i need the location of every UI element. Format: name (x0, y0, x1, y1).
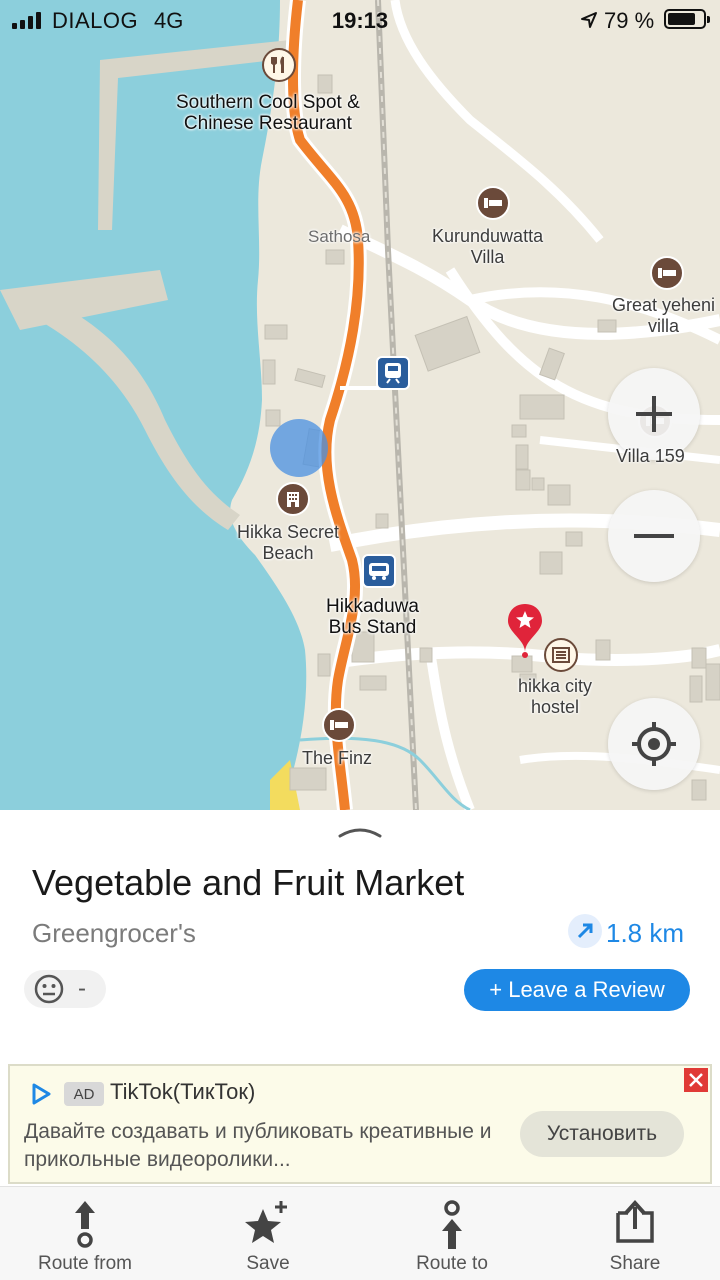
hostel-icon[interactable] (544, 638, 578, 672)
ad-install-button[interactable]: Установить (520, 1111, 684, 1157)
battery-icon (664, 9, 710, 29)
ad-badge: AD (64, 1082, 104, 1106)
chevron-up-icon[interactable] (338, 824, 382, 843)
label-sathosa[interactable]: Sathosa (308, 226, 370, 247)
route-from-button[interactable]: Route from (0, 1187, 170, 1280)
bus-icon[interactable] (362, 554, 396, 588)
share-icon (616, 1200, 654, 1243)
map-view[interactable]: Southern Cool Spot & Chinese Restaurant S… (0, 0, 720, 810)
save-button[interactable]: Save (183, 1187, 353, 1280)
bottom-toolbar: Route from Save Route to Share (0, 1186, 720, 1280)
carrier-name: DIALOG (52, 8, 139, 33)
direction-arrow-icon (568, 914, 602, 948)
label-hikka-city-hostel[interactable]: hikka city hostel (518, 676, 592, 718)
close-icon[interactable] (684, 1068, 708, 1092)
tab-label: Route from (38, 1253, 132, 1274)
place-distance: 1.8 km (606, 918, 685, 948)
label-southern-cool-spot[interactable]: Southern Cool Spot & Chinese Restaurant (176, 92, 360, 134)
rating-value: - (78, 975, 86, 1002)
route-to-icon (442, 1200, 462, 1249)
label-kurunduwatta-villa[interactable]: Kurunduwatta Villa (432, 226, 543, 268)
my-location-button[interactable] (608, 698, 700, 790)
battery-percent: 79 % (604, 8, 655, 33)
route-from-icon (75, 1201, 95, 1248)
signal-icon (12, 11, 41, 29)
minus-icon (634, 534, 674, 538)
label-villa-159[interactable]: Villa 159 (616, 446, 685, 467)
ad-title[interactable]: TikTok(ТикТок) (110, 1079, 255, 1105)
bed-icon[interactable] (322, 708, 356, 742)
red-star-marker-icon[interactable] (506, 602, 544, 663)
plus-icon (636, 396, 672, 432)
tab-label: Share (609, 1253, 661, 1274)
status-bar: DIALOG 4G 19:13 79 % (0, 0, 720, 40)
hotel-building-icon[interactable] (276, 482, 310, 516)
current-location-dot (270, 419, 328, 477)
label-hikka-secret-beach[interactable]: Hikka Secret Beach (237, 522, 339, 564)
label-hikkaduwa-bus-stand[interactable]: Hikkaduwa Bus Stand (326, 596, 419, 638)
label-the-finz[interactable]: The Finz (302, 748, 372, 769)
zoom-out-button[interactable] (608, 490, 700, 582)
ad-play-icon (30, 1082, 52, 1111)
ad-banner[interactable]: AD TikTok(ТикТок) Давайте создавать и пу… (8, 1064, 712, 1184)
neutral-face-icon (34, 974, 64, 1004)
tab-label: Save (246, 1253, 290, 1274)
location-arrow-icon (580, 9, 598, 35)
star-plus-icon (245, 1201, 287, 1243)
label-great-yeheni-villa[interactable]: Great yeheni villa (612, 295, 715, 337)
ad-description[interactable]: Давайте создавать и публиковать креативн… (24, 1118, 514, 1174)
place-title: Vegetable and Fruit Market (32, 862, 465, 903)
leave-review-button[interactable]: + Leave a Review (464, 969, 690, 1011)
place-card[interactable]: Vegetable and Fruit Market Greengrocer's… (0, 810, 720, 1062)
place-category: Greengrocer's (32, 918, 196, 948)
route-to-button[interactable]: Route to (367, 1187, 537, 1280)
train-icon[interactable] (376, 356, 410, 390)
crosshair-icon (632, 722, 676, 766)
bed-icon[interactable] (650, 256, 684, 290)
network-type: 4G (154, 8, 184, 33)
share-button[interactable]: Share (550, 1187, 720, 1280)
bed-icon[interactable] (476, 186, 510, 220)
restaurant-icon[interactable] (262, 48, 296, 82)
tab-label: Route to (416, 1253, 488, 1274)
rating-pill[interactable]: - (24, 970, 106, 1008)
